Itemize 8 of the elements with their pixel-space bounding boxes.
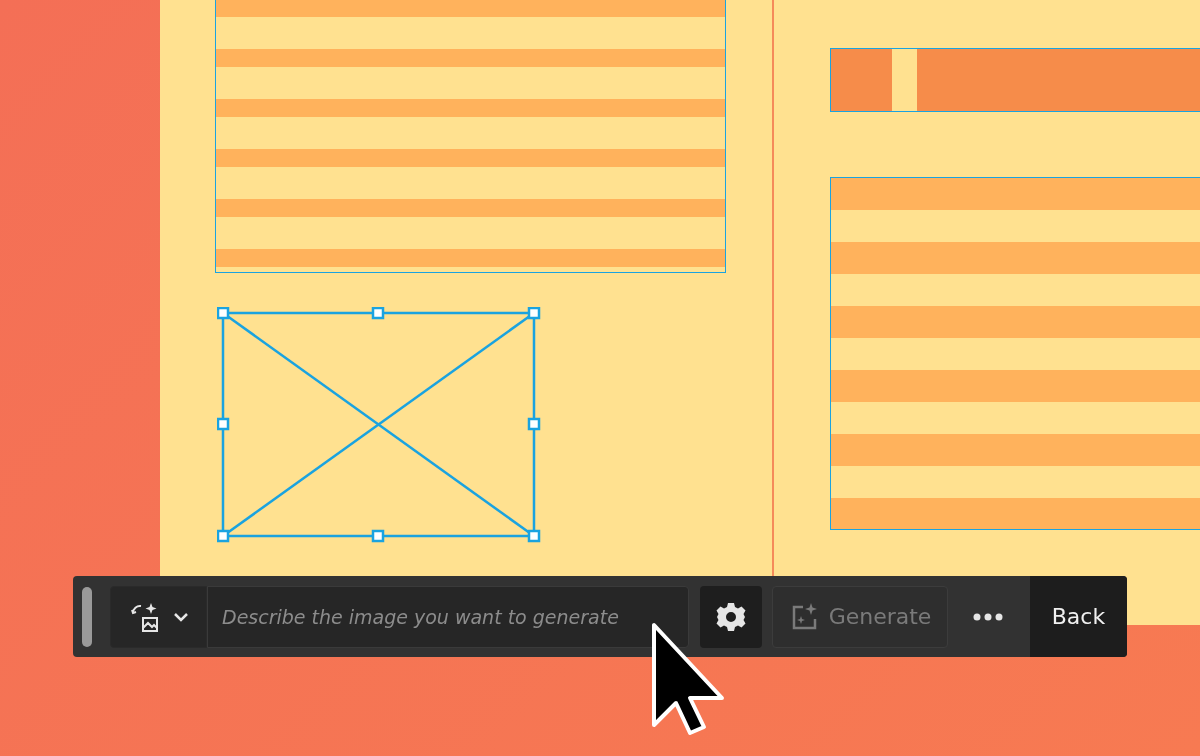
ellipsis-icon — [973, 612, 1003, 621]
drag-handle[interactable] — [82, 586, 92, 647]
chevron-down-icon — [172, 611, 189, 622]
back-button[interactable]: Back — [1030, 576, 1127, 657]
settings-button[interactable] — [700, 585, 762, 648]
settings-icon — [715, 600, 747, 633]
mode-dropdown[interactable] — [110, 585, 207, 648]
prompt-input-field[interactable]: Describe the image you want to generate — [207, 585, 689, 648]
